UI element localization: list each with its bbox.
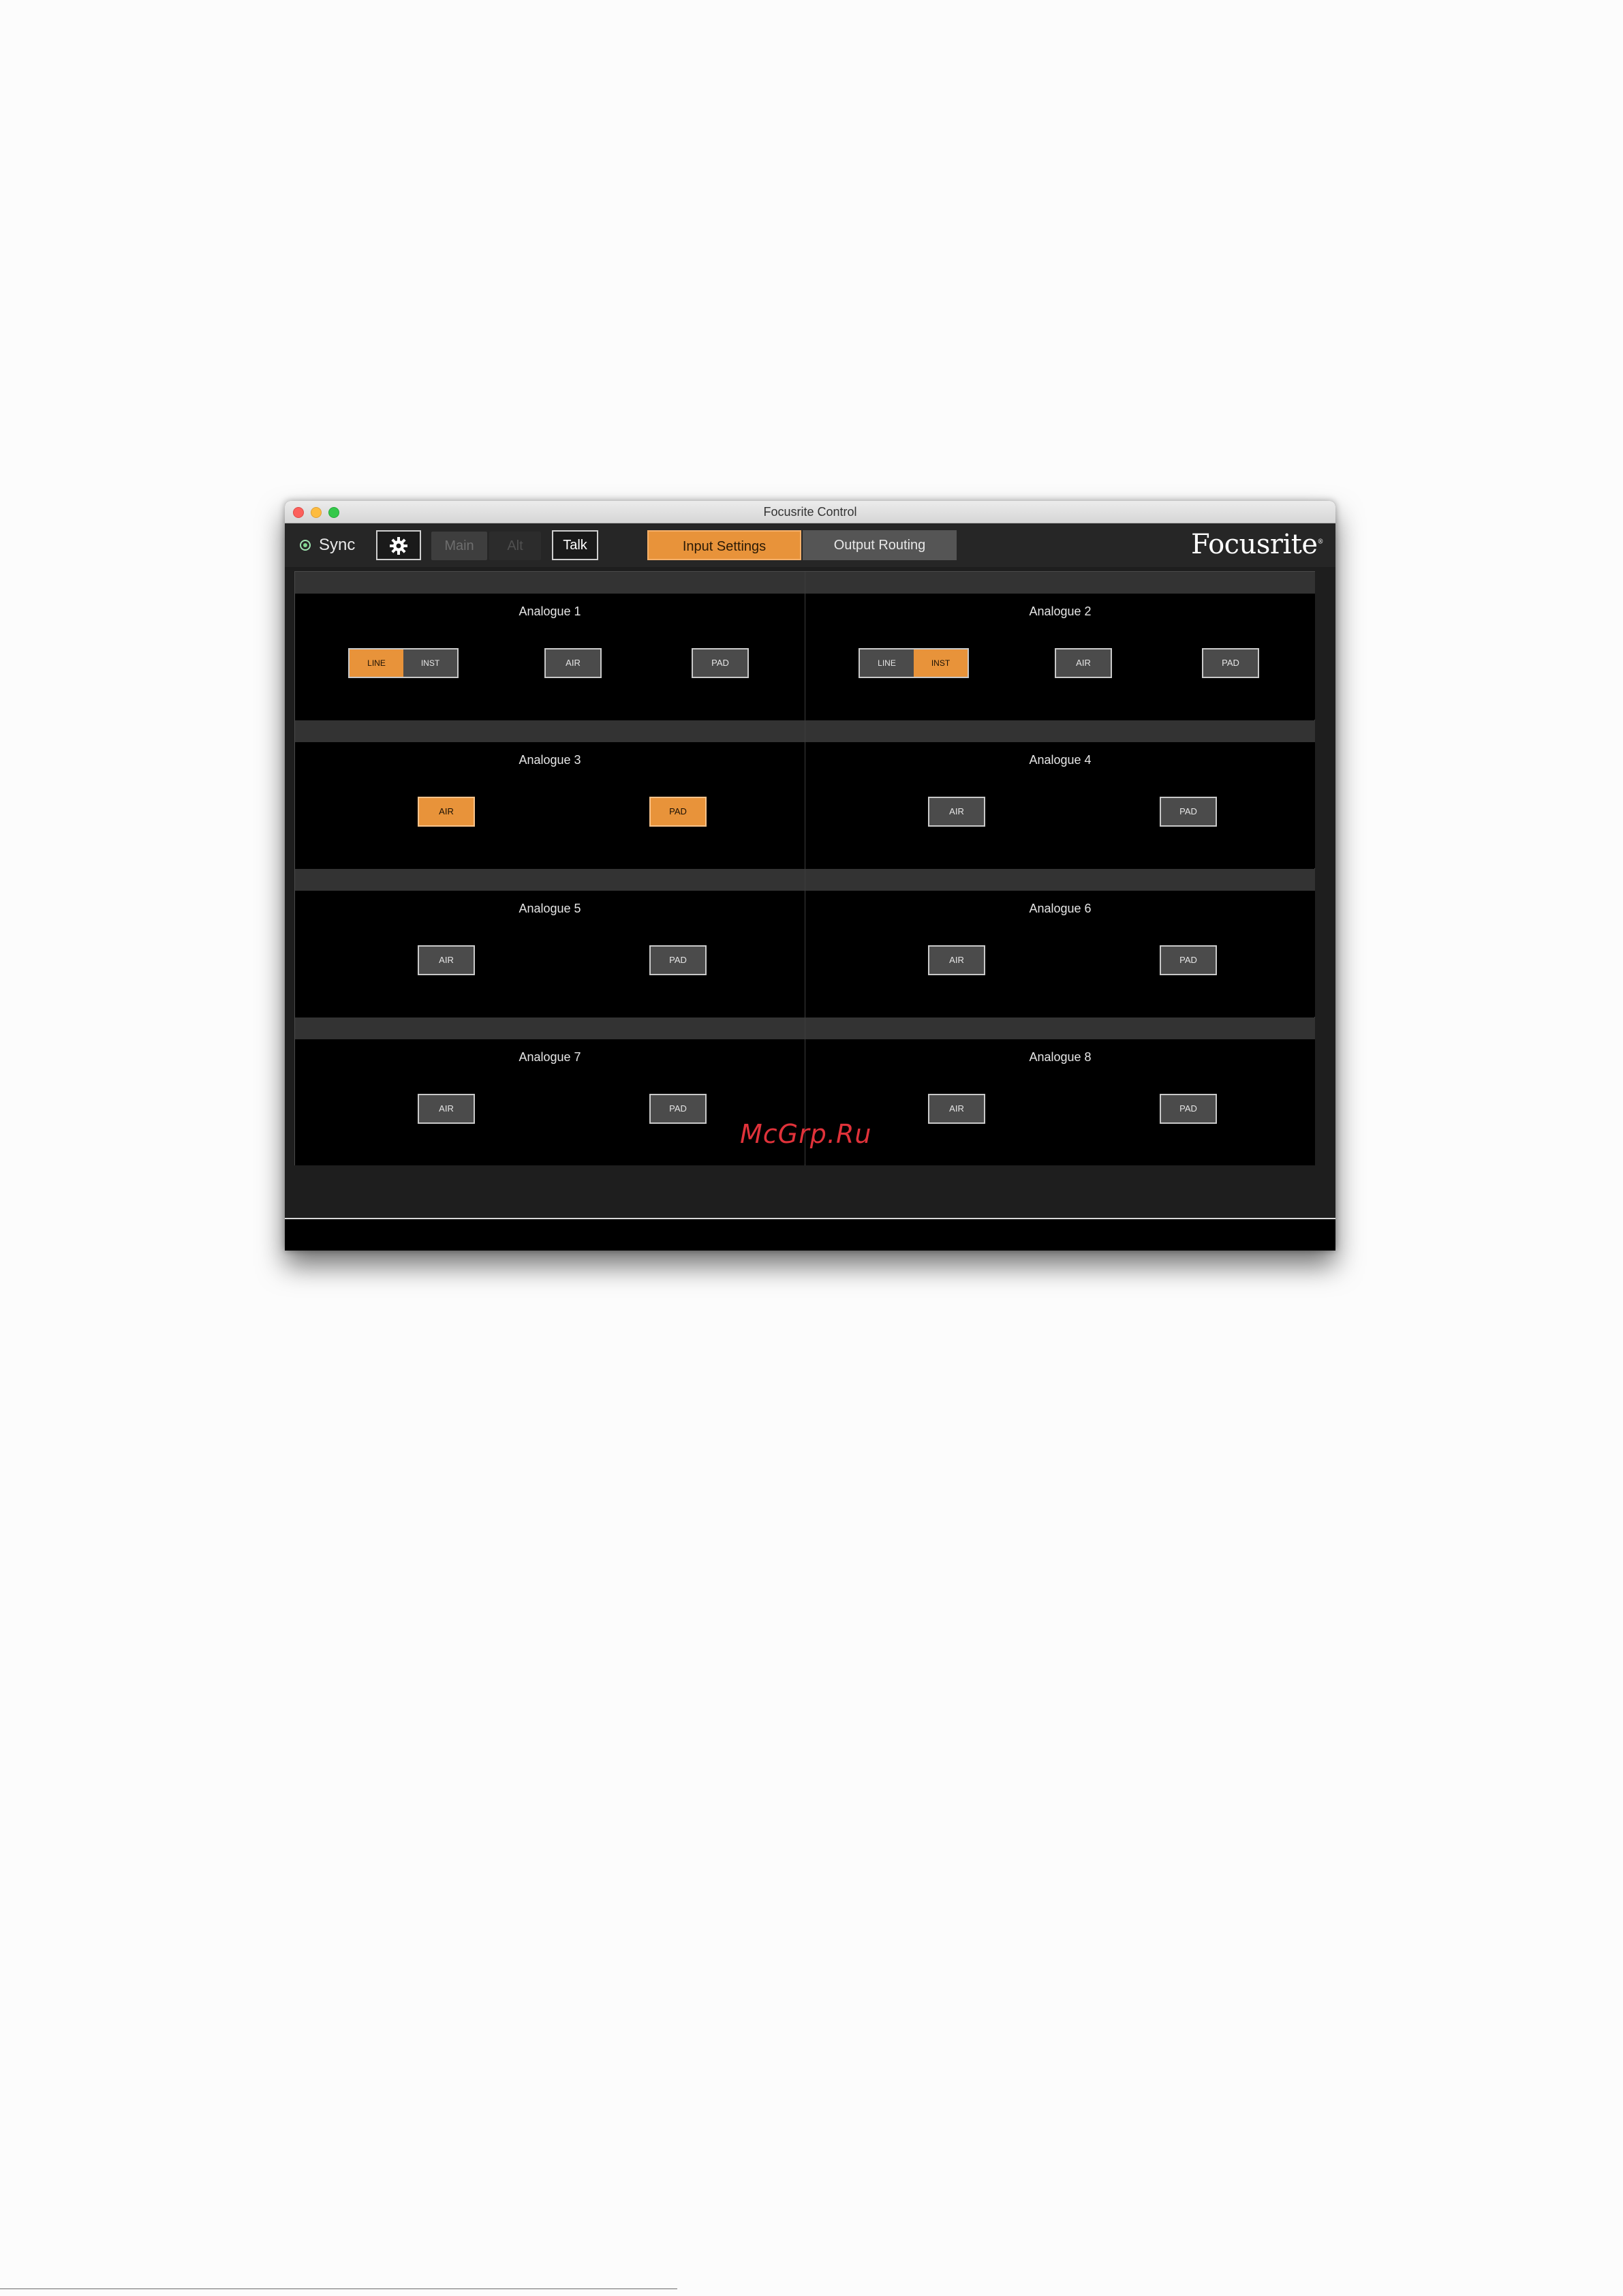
air-button[interactable]: AIR [418, 797, 475, 827]
channel-title: Analogue 2 [1029, 604, 1092, 618]
air-button[interactable]: AIR [418, 1094, 475, 1124]
channel-panel-analogue-5: Analogue 5 AIR PAD [295, 869, 805, 1017]
input-settings-grid: Analogue 1 LINE INST AIR PAD Analogue 2 … [294, 571, 1315, 1165]
watermark-text: McGrp.Ru [740, 1119, 872, 1149]
tab-input-settings[interactable]: Input Settings [647, 530, 801, 560]
air-button[interactable]: AIR [1055, 648, 1112, 678]
focusrite-logo: Focusrite® [1191, 529, 1323, 560]
channel-header [805, 869, 1315, 891]
line-inst-switch[interactable]: LINE INST [859, 648, 969, 678]
channel-title: Analogue 1 [519, 604, 581, 618]
settings-button[interactable] [376, 530, 421, 560]
channel-panel-analogue-6: Analogue 6 AIR PAD [805, 869, 1315, 1017]
tab-output-routing[interactable]: Output Routing [803, 530, 957, 560]
air-button[interactable]: AIR [928, 1094, 985, 1124]
air-button[interactable]: AIR [928, 797, 985, 827]
toolbar: Sync Main Alt Talk Input Settings Output… [285, 523, 1335, 567]
air-button[interactable]: AIR [928, 945, 985, 975]
channel-header [295, 720, 805, 742]
line-option[interactable]: LINE [860, 649, 914, 677]
title-bar: Focusrite Control [285, 501, 1335, 523]
talk-button[interactable]: Talk [552, 530, 598, 560]
pad-button[interactable]: PAD [1160, 945, 1217, 975]
channel-header [805, 1017, 1315, 1039]
air-button[interactable]: AIR [544, 648, 602, 678]
channel-title: Analogue 4 [1029, 753, 1092, 767]
channel-title: Analogue 8 [1029, 1050, 1092, 1064]
channel-title: Analogue 6 [1029, 902, 1092, 915]
inst-option[interactable]: INST [403, 649, 457, 677]
main-button[interactable]: Main [431, 532, 487, 560]
window-title: Focusrite Control [763, 505, 857, 519]
pad-button[interactable]: PAD [1202, 648, 1259, 678]
channel-panel-analogue-8: Analogue 8 AIR PAD [805, 1017, 1315, 1165]
channel-header [295, 869, 805, 891]
channel-panel-analogue-7: Analogue 7 AIR PAD [295, 1017, 805, 1165]
channel-header [805, 572, 1315, 594]
channel-title: Analogue 7 [519, 1050, 581, 1064]
channel-panel-analogue-1: Analogue 1 LINE INST AIR PAD [295, 572, 805, 720]
inst-option[interactable]: INST [914, 649, 968, 677]
line-option[interactable]: LINE [350, 649, 403, 677]
channel-title: Analogue 3 [519, 753, 581, 767]
channel-panel-analogue-4: Analogue 4 AIR PAD [805, 720, 1315, 868]
pad-button[interactable]: PAD [1160, 1094, 1217, 1124]
channel-title: Analogue 5 [519, 902, 581, 915]
pad-button[interactable]: PAD [692, 648, 749, 678]
bottom-bar [285, 1219, 1335, 1251]
logo-registered-mark: ® [1317, 538, 1324, 546]
channel-header [295, 1017, 805, 1039]
pad-button[interactable]: PAD [649, 1094, 707, 1124]
logo-text: Focusrite [1191, 529, 1318, 560]
air-button[interactable]: AIR [418, 945, 475, 975]
pad-button[interactable]: PAD [1160, 797, 1217, 827]
channel-panel-analogue-3: Analogue 3 AIR PAD [295, 720, 805, 868]
pad-button[interactable]: PAD [649, 797, 707, 827]
pad-button[interactable]: PAD [649, 945, 707, 975]
channel-header [805, 720, 1315, 742]
channel-panel-analogue-2: Analogue 2 LINE INST AIR PAD [805, 572, 1315, 720]
alt-button[interactable]: Alt [489, 532, 541, 560]
channel-header [295, 572, 805, 594]
line-inst-switch[interactable]: LINE INST [348, 648, 459, 678]
sync-label: Sync [319, 536, 356, 554]
gear-icon [390, 537, 407, 555]
status-dot-icon [300, 540, 311, 551]
